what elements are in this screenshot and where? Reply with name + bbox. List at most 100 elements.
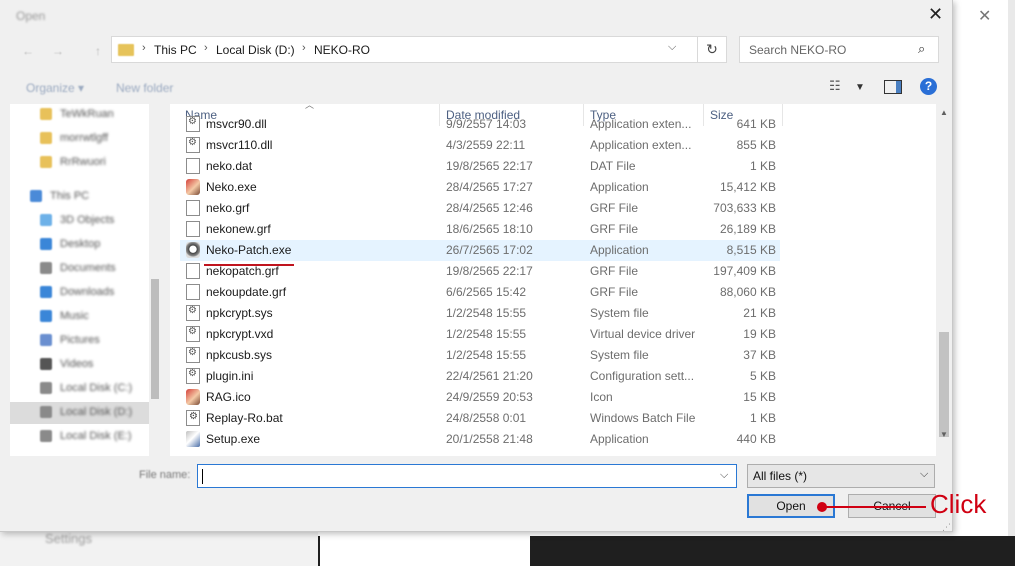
- resize-grip-icon[interactable]: ⋰: [942, 522, 951, 533]
- search-input[interactable]: [747, 42, 911, 58]
- file-size: 641 KB: [736, 117, 776, 131]
- file-list-scrollbar[interactable]: ▲ ▼: [936, 104, 952, 456]
- file-row[interactable]: RAG.ico 24/9/2559 20:53 Icon 15 KB: [180, 387, 780, 408]
- forward-arrow-icon[interactable]: →: [52, 44, 64, 58]
- file-row[interactable]: msvcr90.dll 9/9/2557 14:03 Application ext…: [180, 114, 780, 135]
- file-row[interactable]: npkcrypt.vxd 1/2/2548 15:55 Virtual device…: [180, 324, 780, 345]
- breadcrumb-local-disk-d[interactable]: Local Disk (D:): [216, 43, 295, 57]
- nav-item[interactable]: TeWkRuan: [10, 104, 162, 126]
- file-row[interactable]: Neko-Patch.exe 26/7/2565 17:02 Application…: [180, 240, 780, 261]
- nav-item-label: Documents: [60, 262, 116, 274]
- file-list-scrollbar-thumb[interactable]: [939, 332, 949, 437]
- nav-item[interactable]: Documents: [10, 258, 162, 280]
- search-box[interactable]: ⌕: [739, 36, 939, 63]
- file-name: Setup.exe: [206, 432, 261, 446]
- navigation-pane: TeWkRuan morrwtlgff RrRwuori This PC 3D Obje…: [10, 104, 162, 456]
- view-options-icon[interactable]: ☷: [829, 78, 841, 94]
- file-row[interactable]: nekonew.grf 18/6/2565 18:10 GRF File 26,189…: [180, 219, 780, 240]
- view-dropdown-icon[interactable]: ▼: [855, 82, 865, 93]
- nav-item-label: Music: [60, 310, 89, 322]
- file-date: 1/2/2548 15:55: [446, 306, 527, 320]
- breadcrumb-this-pc[interactable]: This PC: [154, 43, 197, 57]
- computer-icon: [30, 190, 42, 202]
- annotation-underline: [204, 264, 294, 266]
- file-name-input[interactable]: [202, 468, 716, 484]
- background-close-icon[interactable]: ✕: [978, 6, 991, 26]
- nav-item-label: Local Disk (C:): [60, 382, 133, 394]
- file-icon: [186, 200, 200, 216]
- application-icon: [186, 242, 200, 258]
- folder-icon: [118, 44, 134, 56]
- refresh-button[interactable]: ↻: [697, 36, 727, 63]
- help-icon[interactable]: ?: [920, 78, 937, 95]
- back-arrow-icon[interactable]: ←: [22, 44, 34, 58]
- organize-button[interactable]: Organize ▾: [26, 81, 84, 95]
- nav-item[interactable]: Local Disk (C:): [10, 378, 162, 400]
- preview-pane-icon[interactable]: [884, 80, 902, 94]
- file-row[interactable]: nekoupdate.grf 6/6/2565 15:42 GRF File 88,0…: [180, 282, 780, 303]
- file-size: 1 KB: [749, 411, 776, 425]
- new-folder-button[interactable]: New folder: [116, 81, 173, 95]
- file-size: 855 KB: [736, 138, 776, 152]
- file-type-filter[interactable]: All files (*) ⌵: [747, 464, 935, 488]
- nav-item[interactable]: morrwtlgff: [10, 128, 162, 150]
- file-name: msvcr90.dll: [206, 117, 267, 131]
- scroll-up-icon[interactable]: ▲: [940, 108, 948, 117]
- file-name-label: File name:: [139, 469, 191, 481]
- breadcrumb-separator[interactable]: ›: [204, 42, 208, 54]
- navigation-scrollbar[interactable]: [149, 104, 162, 456]
- file-name: nekopatch.grf: [206, 264, 279, 278]
- breadcrumb-separator[interactable]: ›: [142, 42, 146, 54]
- file-name-field[interactable]: ⌵: [197, 464, 737, 488]
- up-arrow-icon[interactable]: ↑: [95, 44, 101, 58]
- column-divider[interactable]: [782, 104, 783, 126]
- close-icon[interactable]: ✕: [928, 4, 943, 25]
- file-row[interactable]: Replay-Ro.bat 24/8/2558 0:01 Windows Batch…: [180, 408, 780, 429]
- nav-item[interactable]: This PC: [10, 186, 162, 208]
- file-row[interactable]: Setup.exe 20/1/2558 21:48 Application 440 K…: [180, 429, 780, 450]
- nav-item-label: Desktop: [60, 238, 101, 250]
- file-name-dropdown-icon[interactable]: ⌵: [720, 469, 728, 482]
- nav-item[interactable]: Pictures: [10, 330, 162, 352]
- file-name: neko.grf: [206, 201, 250, 215]
- system-file-icon: [186, 410, 200, 426]
- file-type: GRF File: [590, 201, 638, 215]
- file-size: 15,412 KB: [719, 180, 776, 194]
- address-bar[interactable]: › This PC › Local Disk (D:) › NEKO-RO ⌵: [111, 36, 727, 63]
- nav-item[interactable]: RrRwuori: [10, 152, 162, 174]
- file-size: 1 KB: [749, 159, 776, 173]
- file-type: Application: [590, 432, 649, 446]
- file-type: Virtual device driver: [590, 327, 696, 341]
- file-type: System file: [590, 306, 649, 320]
- breadcrumb-neko-ro[interactable]: NEKO-RO: [314, 43, 370, 57]
- file-date: 18/6/2565 18:10: [446, 222, 533, 236]
- system-file-icon: [186, 326, 200, 342]
- system-file-icon: [186, 137, 200, 153]
- file-row[interactable]: Neko.exe 28/4/2565 17:27 Application 15,412…: [180, 177, 780, 198]
- breadcrumb-separator[interactable]: ›: [302, 42, 306, 54]
- nav-item[interactable]: Music: [10, 306, 162, 328]
- file-row[interactable]: neko.dat 19/8/2565 22:17 DAT File 1 KB: [180, 156, 780, 177]
- nav-item[interactable]: Videos: [10, 354, 162, 376]
- file-type: GRF File: [590, 222, 638, 236]
- address-dropdown-icon[interactable]: ⌵: [668, 41, 676, 54]
- nav-item[interactable]: Desktop: [10, 234, 162, 256]
- navigation-scrollbar-thumb[interactable]: [151, 279, 159, 399]
- search-icon[interactable]: ⌕: [918, 41, 925, 57]
- file-row[interactable]: plugin.ini 22/4/2561 21:20 Configuration s…: [180, 366, 780, 387]
- nav-item[interactable]: Downloads: [10, 282, 162, 304]
- nav-item-label: Downloads: [60, 286, 115, 298]
- nav-item[interactable]: 3D Objects: [10, 210, 162, 232]
- nav-item[interactable]: Local Disk (E:): [10, 426, 162, 448]
- file-row[interactable]: neko.grf 28/4/2565 12:46 GRF File 703,633 K…: [180, 198, 780, 219]
- file-type-dropdown-icon[interactable]: ⌵: [920, 468, 928, 481]
- document-icon: [40, 262, 52, 274]
- scroll-down-icon[interactable]: ▼: [940, 430, 948, 439]
- file-type: Application exten...: [590, 117, 692, 131]
- file-date: 1/2/2548 15:55: [446, 348, 527, 362]
- file-row[interactable]: msvcr110.dll 4/3/2559 22:11 Application ex…: [180, 135, 780, 156]
- file-row[interactable]: npkcrypt.sys 1/2/2548 15:55 System file 21 …: [180, 303, 780, 324]
- nav-item[interactable]: Local Disk (D:): [10, 402, 162, 424]
- file-row[interactable]: npkcusb.sys 1/2/2548 15:55 System file 37 K…: [180, 345, 780, 366]
- file-size: 8,515 KB: [726, 243, 776, 257]
